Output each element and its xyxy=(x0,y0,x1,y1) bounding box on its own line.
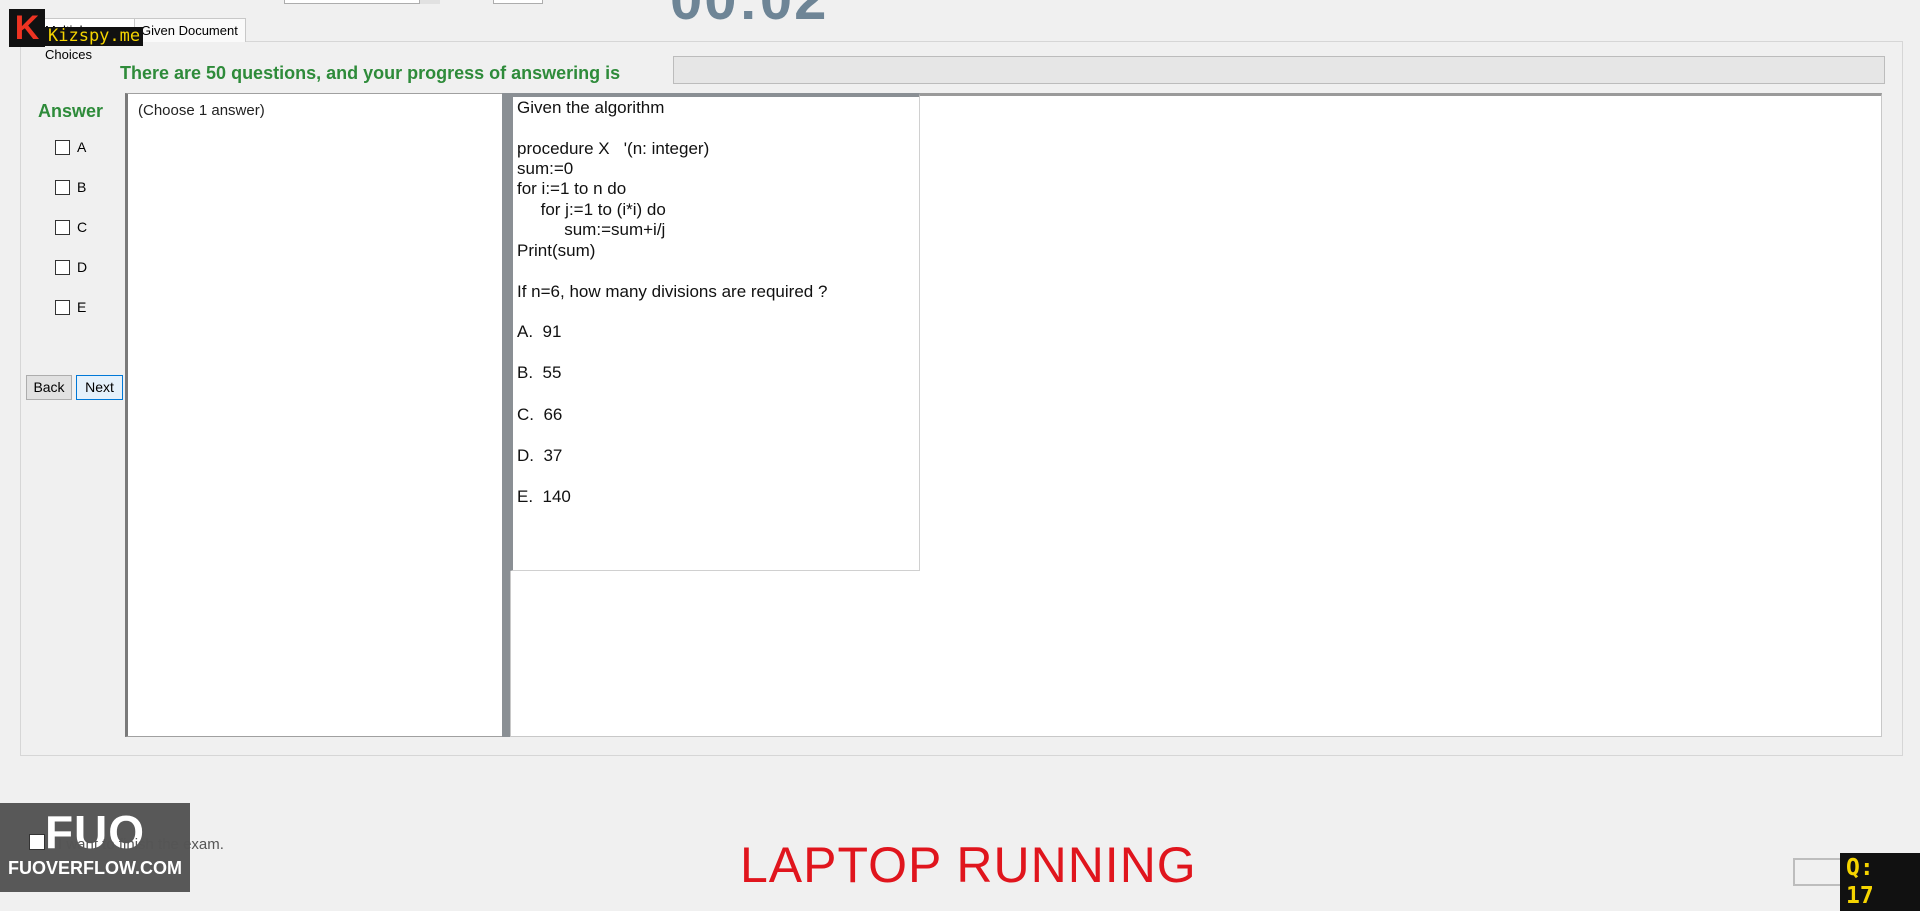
option-label-c: C xyxy=(77,219,88,235)
answer-title: Answer xyxy=(38,101,104,121)
answer-instruction-panel: (Choose 1 answer) xyxy=(125,93,503,737)
question-line: procedure X '(n: integer) xyxy=(517,139,710,158)
laptop-running-overlay: LAPTOP RUNNING xyxy=(740,837,1197,893)
answer-option-b[interactable]: B xyxy=(55,178,86,196)
back-button[interactable]: Back xyxy=(26,375,72,400)
question-line: C. 66 xyxy=(517,405,563,424)
checkbox-a[interactable] xyxy=(55,139,70,155)
option-label-d: D xyxy=(77,259,88,275)
option-label-a: A xyxy=(77,139,87,155)
answer-option-c[interactable]: C xyxy=(55,218,87,236)
option-label-e: E xyxy=(77,299,87,315)
kizspy-brand-text: Kizspy.me xyxy=(45,27,144,46)
question-line: If n=6, how many divisions are required … xyxy=(517,282,828,301)
question-line: A. 91 xyxy=(517,322,562,341)
kizspy-watermark: K Kizspy.me xyxy=(9,9,144,47)
question-line: for j:=1 to (i*i) do xyxy=(517,200,666,219)
question-line: Given the algorithm xyxy=(517,98,665,117)
tab-given-document[interactable]: Given Document xyxy=(134,18,246,42)
checkbox-b[interactable] xyxy=(55,179,70,195)
option-label-b: B xyxy=(77,179,87,195)
next-button[interactable]: Next xyxy=(76,375,123,400)
progress-bar xyxy=(673,56,1885,84)
finish-exam-label: I want to finish the exam. xyxy=(58,836,224,853)
answer-option-a[interactable]: A xyxy=(55,138,86,156)
fuo-site: FUOVERFLOW.COM xyxy=(8,858,182,878)
answer-option-e[interactable]: E xyxy=(55,298,86,316)
question-line: sum:=0 xyxy=(517,159,574,178)
exam-timer: 00:02 xyxy=(670,0,828,33)
question-line: D. 37 xyxy=(517,446,563,465)
top-spinner-box[interactable] xyxy=(493,0,543,4)
question-counter-badge: Q: 17 xyxy=(1840,853,1920,911)
finish-exam-checkbox[interactable] xyxy=(29,834,45,850)
top-combo-box[interactable] xyxy=(284,0,440,4)
question-text-box[interactable]: Given the algorithm procedure X '(n: inte… xyxy=(510,93,920,571)
answer-option-d[interactable]: D xyxy=(55,258,87,276)
question-line: for i:=1 to n do xyxy=(517,179,627,198)
kizspy-logo-icon: K xyxy=(9,9,45,47)
question-line: B. 55 xyxy=(517,363,562,382)
progress-label: There are 50 questions, and your progres… xyxy=(120,63,621,83)
checkbox-d[interactable] xyxy=(55,259,70,275)
checkbox-c[interactable] xyxy=(55,219,70,235)
panel-splitter[interactable] xyxy=(502,93,510,737)
checkbox-e[interactable] xyxy=(55,299,70,315)
question-line: Print(sum) xyxy=(517,241,596,260)
question-line: E. 140 xyxy=(517,487,571,506)
choose-instruction: (Choose 1 answer) xyxy=(138,102,265,119)
top-combo-dropdown-button[interactable] xyxy=(419,0,440,4)
question-line: sum:=sum+i/j xyxy=(517,220,666,239)
